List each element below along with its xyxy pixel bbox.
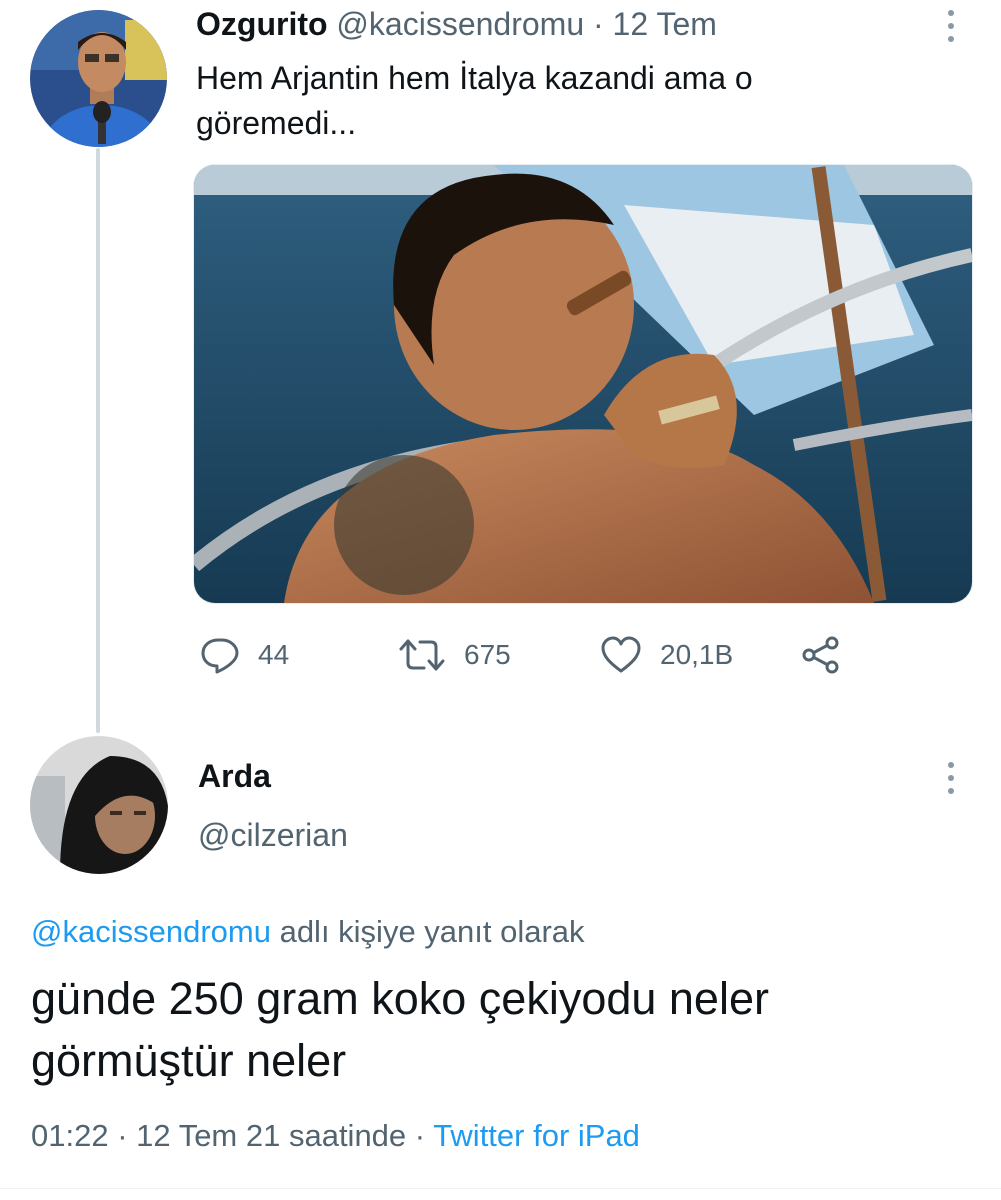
replying-to-suffix: adlı kişiye yanıt olarak [279, 914, 585, 949]
reply-text: günde 250 gram koko çekiyodu neler görmü… [31, 973, 769, 1086]
tweet-text: Hem Arjantin hem İtalya kazandi ama o gö… [196, 60, 753, 141]
reply-count: 44 [258, 639, 290, 670]
avatar-ozgurito-image [30, 10, 167, 147]
tweet-date[interactable]: 12 Tem [613, 6, 717, 42]
avatar-ozgurito[interactable] [30, 10, 167, 147]
tweet-header: Ozgurito @kacissendromu · 12 Tem [196, 4, 717, 44]
display-name[interactable]: Ozgurito [196, 6, 328, 42]
share-button[interactable] [800, 630, 842, 680]
replying-to-line: @kacissendromu adlı kişiye yanıt olarak [31, 912, 585, 952]
thread-connector-line [96, 148, 100, 733]
tweet-meta: 01:22 · 12 Tem 21 saatinde · Twitter for… [31, 1116, 640, 1156]
share-icon [802, 636, 839, 674]
tweet-time[interactable]: 01:22 [31, 1118, 109, 1153]
header-separator: · [593, 6, 604, 42]
retweet-button[interactable]: 675 [398, 630, 511, 680]
avatar-arda-image [30, 736, 168, 874]
retweet-count: 675 [464, 639, 511, 670]
like-icon [601, 636, 641, 673]
divider [0, 1188, 1001, 1189]
tweet-date[interactable]: 12 Tem 21 saatinde [136, 1118, 406, 1153]
handle[interactable]: @kacissendromu [336, 6, 584, 42]
reply-button[interactable]: 44 [200, 630, 289, 680]
reply-handle[interactable]: @cilzerian [198, 815, 348, 855]
meta-separator-1: · [117, 1118, 128, 1153]
reply-icon [201, 638, 239, 674]
tweet-source-link[interactable]: Twitter for iPad [433, 1118, 640, 1153]
avatar-arda[interactable] [30, 736, 168, 874]
more-icon[interactable] [936, 758, 966, 798]
meta-separator-2: · [414, 1118, 426, 1153]
more-icon[interactable] [936, 6, 966, 46]
tweet-media-photo[interactable] [193, 164, 973, 604]
like-button[interactable]: 20,1B [600, 630, 733, 680]
replying-to-handle[interactable]: @kacissendromu [31, 914, 271, 949]
reply-display-name[interactable]: Arda [198, 756, 271, 796]
retweet-icon [399, 639, 445, 671]
photo-icon [194, 165, 972, 603]
like-count: 20,1B [660, 639, 734, 670]
